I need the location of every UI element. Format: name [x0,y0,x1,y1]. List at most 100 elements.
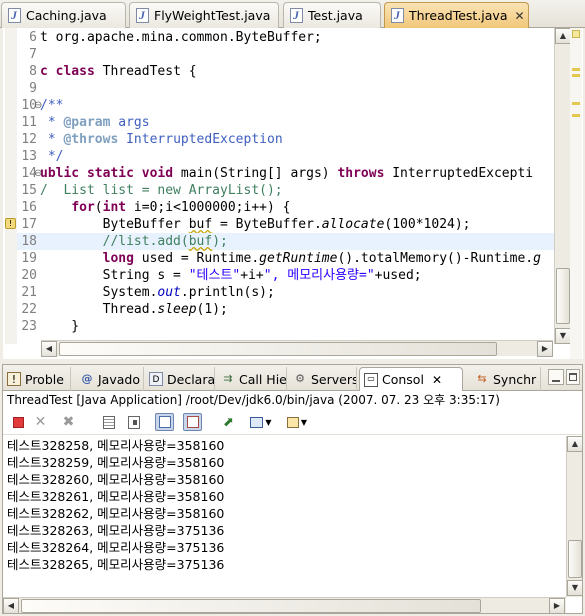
code-line[interactable]: 20 String s = "테스트"+i+", 메모리사용량="+used; [17,267,554,284]
code-line[interactable]: 14 ublic static void main(String[] args) … [17,165,554,182]
display-console-button[interactable]: ▼ [247,413,275,431]
chevron-down-icon: ▼ [265,417,272,427]
console-title: ThreadTest [Java Application] /root/Dev/… [7,393,500,407]
code-token: +used; [374,268,422,283]
tab-javadoc[interactable]: @ Javado [76,367,144,391]
line-number: 9 [29,81,37,96]
tab-synchronize[interactable]: ⇆ Synchr [471,367,541,391]
scroll-left-icon[interactable]: ◀ [41,341,57,357]
scroll-right-icon[interactable]: ▶ [537,341,553,357]
code-line[interactable]: 7 [17,46,554,63]
scroll-thumb[interactable] [59,342,497,356]
remove-all-terminated-button[interactable]: ✖ [59,413,78,431]
code-token: / List list = new ArrayList(); [40,183,283,198]
scroll-up-icon[interactable]: ▲ [567,436,583,452]
code-line[interactable]: 12 * @throws InterruptedException [17,131,554,148]
console-horizontal-scrollbar[interactable]: ◀ ▶ [3,597,566,614]
code-token: main(String[] args) [173,166,338,181]
tab-console[interactable]: ▭ Consol ✕ [359,367,463,391]
scroll-thumb[interactable] [21,599,481,613]
code-line[interactable]: 11 * @param args [17,114,554,131]
terminate-button[interactable] [9,413,28,431]
code-line[interactable]: 22 Thread.sleep(1); [17,301,554,318]
editor-vertical-scrollbar[interactable]: ▲ ▼ [554,28,571,344]
maximize-icon[interactable] [566,369,580,385]
overview-ruler [570,28,582,359]
code-line[interactable]: 15/ List list = new ArrayList(); [17,182,554,199]
view-tab-bar: ! Proble @ Javado D Declara ⇉ Call Hie ⚙… [3,365,582,391]
tab-declaration[interactable]: D Declara [145,367,215,391]
code-line[interactable]: 17 ByteBuffer buf = ByteBuffer.allocate(… [17,216,554,233]
warning-mark[interactable] [572,102,580,105]
warning-mark[interactable] [572,74,580,77]
minimize-icon[interactable] [548,369,564,385]
code-editor[interactable]: ! 6t org.apache.mina.common.ByteBuffer; 7… [0,28,585,359]
show-on-output-button[interactable] [155,413,174,431]
editor-tab-test[interactable]: Test.java [283,2,381,28]
java-file-icon [391,8,404,23]
warning-marker-icon[interactable]: ! [5,218,16,229]
line-number: 15 [21,183,37,198]
tab-problems[interactable]: ! Proble [3,367,71,391]
open-console-icon [286,416,299,428]
remove-launch-button[interactable]: ✕ [31,413,50,431]
close-tab-icon[interactable]: ✕ [515,9,525,23]
tab-label: Servers [311,371,357,387]
code-line[interactable]: 6t org.apache.mina.common.ByteBuffer; [17,29,554,46]
line-number: 21 [21,285,37,300]
clear-console-button[interactable] [99,413,118,431]
fold-toggle-icon[interactable]: ⊖ [34,100,42,111]
terminate-icon [13,416,24,428]
editor-tab-caching[interactable]: Caching.java [1,2,126,28]
line-number: 7 [29,47,37,62]
code-line[interactable]: 9 [17,80,554,97]
clear-console-icon [102,415,115,429]
warning-mark[interactable] [572,68,580,71]
remove-all-icon: ✖ [62,414,75,430]
annotation-ruler: ! [5,28,17,344]
warning-mark[interactable] [572,114,580,117]
editor-tab-flyweighttest[interactable]: FlyWeightTest.java [129,2,279,28]
tab-label: Declara [167,371,215,387]
scroll-thumb[interactable] [568,540,582,578]
code-token: ByteBuffer [40,217,189,232]
scroll-left-icon[interactable]: ◀ [3,598,19,614]
open-console-button[interactable]: ▼ [283,413,311,431]
display-console-icon [250,416,264,428]
code-line[interactable]: 8c class ThreadTest { [17,63,554,80]
code-line[interactable]: 13 */ [17,148,554,165]
code-line[interactable]: 21 System.out.println(s); [17,284,554,301]
code-line[interactable]: 10/** [17,97,554,114]
close-tab-icon[interactable]: ✕ [432,373,442,387]
pin-icon: ⬈ [223,414,234,430]
console-line: 테스트328260, 메모리사용량=358160 [7,472,225,487]
fold-toggle-icon[interactable]: ⊖ [34,168,42,179]
code-line[interactable]: 23 } [17,318,554,335]
console-output[interactable]: 테스트328258, 메모리사용량=358160 테스트328259, 메모리사용… [3,436,566,596]
scroll-up-icon[interactable]: ▲ [555,28,571,44]
tab-servers[interactable]: ⚙ Servers [289,367,357,391]
editor-tab-bar: Caching.java FlyWeightTest.java Test.jav… [0,0,585,28]
code-line[interactable]: 18 //list.add(buf); [17,233,554,250]
editor-horizontal-scrollbar[interactable]: ◀ ▶ [41,340,553,357]
tab-call-hierarchy[interactable]: ⇉ Call Hie [217,367,287,391]
code-line[interactable]: 19 long used = Runtime.getRuntime().tota… [17,250,554,267]
scroll-right-icon[interactable]: ▶ [549,598,565,614]
tab-label: Synchr [493,371,537,387]
pin-console-button[interactable]: ⬈ [219,413,238,431]
scroll-down-icon[interactable]: ▼ [567,580,583,596]
code-line[interactable]: 16 for(int i=0;i<1000000;i++) { [17,199,554,216]
scroll-thumb[interactable] [556,268,570,324]
code-area[interactable]: 6t org.apache.mina.common.ByteBuffer; 7 8 c… [17,28,554,344]
line-number: 6 [29,30,37,45]
code-token: ( [94,200,103,215]
console-vertical-scrollbar[interactable]: ▲ ▼ [566,436,583,597]
editor-tab-threadtest[interactable]: ThreadTest.java ✕ [384,2,529,28]
line-number: 18 [21,234,37,249]
show-on-error-button[interactable] [183,413,202,431]
scroll-lock-button[interactable] [124,413,143,431]
scroll-down-icon[interactable]: ▼ [555,328,571,344]
code-token: * [40,132,64,147]
code-token: .println(s); [180,285,275,300]
line-number: 11 [21,115,37,130]
